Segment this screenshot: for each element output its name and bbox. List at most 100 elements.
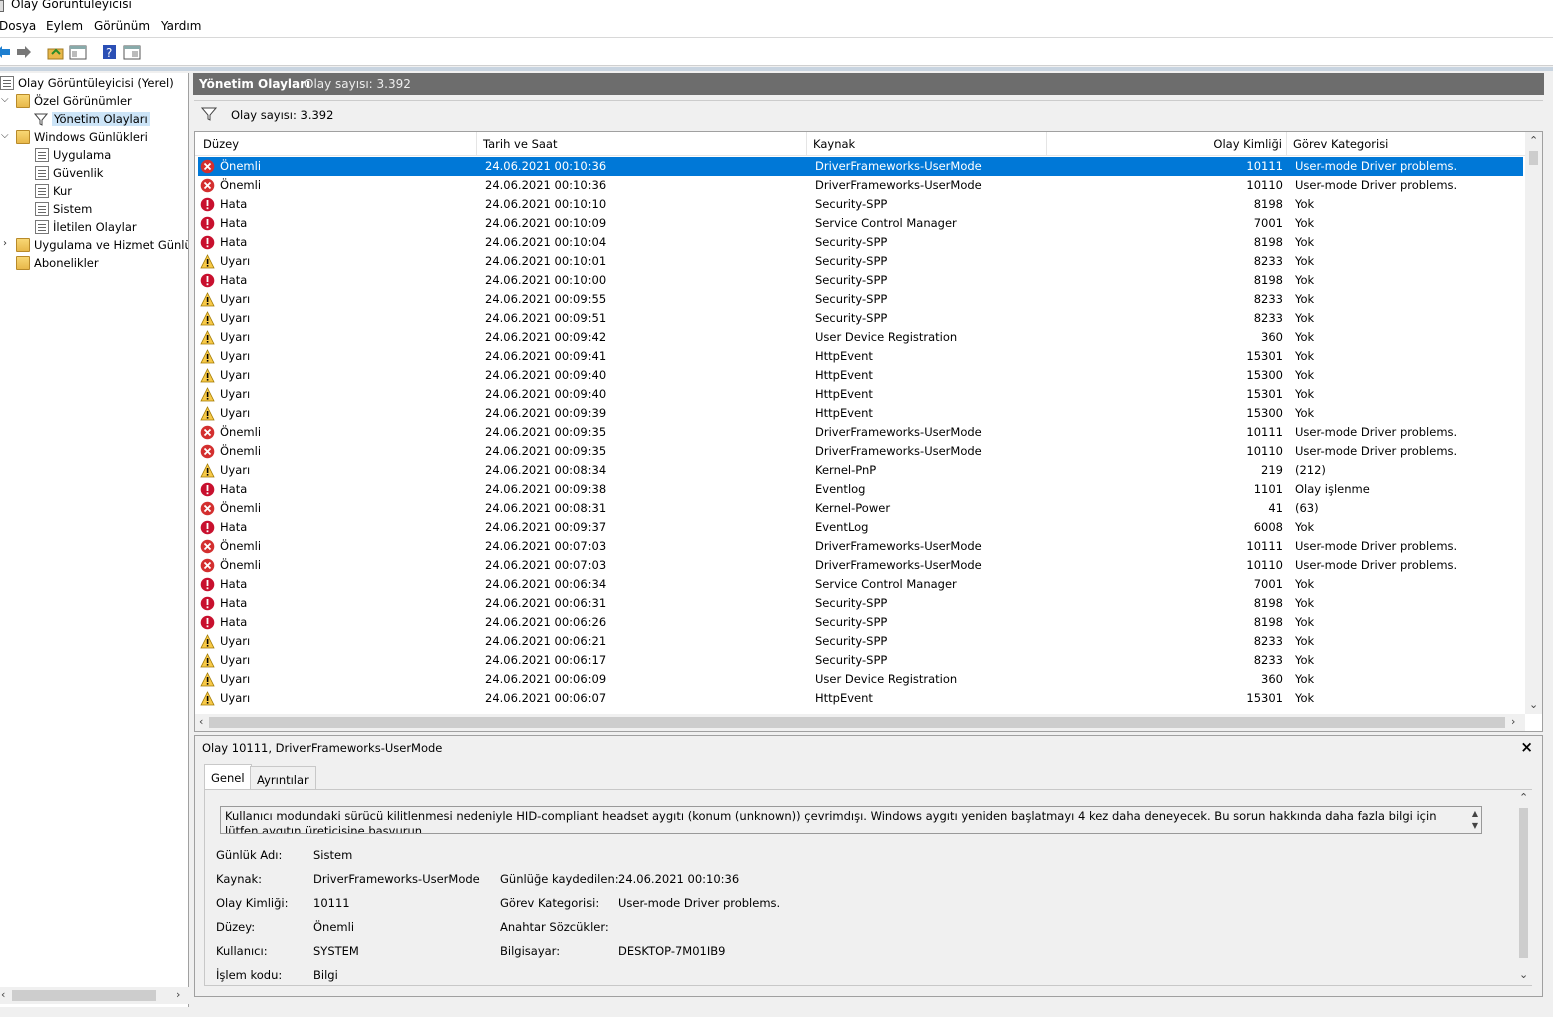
scroll-thumb[interactable] (1519, 808, 1528, 958)
tree-setup[interactable]: Kur (35, 182, 72, 200)
tree-windows-logs[interactable]: Windows Günlükleri (16, 128, 148, 146)
tree-root[interactable]: Olay Görüntüleyicisi (Yerel) (0, 74, 174, 92)
menu-action[interactable]: Eylem (46, 19, 83, 33)
table-horizontal-scrollbar[interactable]: ‹ › (195, 714, 1525, 731)
table-row[interactable]: Hata 24.06.2021 00:10:00 Security-SPP 8198 Y… (198, 271, 1523, 290)
tree-security[interactable]: Güvenlik (35, 164, 103, 182)
scroll-right-icon[interactable]: › (176, 988, 180, 1001)
table-row[interactable]: Hata 24.06.2021 00:06:34 Service Control M… (198, 575, 1523, 594)
tree-application[interactable]: Uygulama (35, 146, 111, 164)
task-value: User-mode Driver problems. (618, 896, 781, 910)
column-event-id[interactable]: Olay Kimliği (1048, 137, 1282, 157)
warning-icon (200, 330, 215, 345)
table-row[interactable]: Önemli 24.06.2021 00:10:36 DriverFramework… (198, 157, 1523, 176)
log-name-value: Sistem (313, 848, 353, 862)
table-row[interactable]: Uyarı 24.06.2021 00:09:55 Security-SPP 8233… (198, 290, 1523, 309)
column-category[interactable]: Görev Kategorisi (1293, 137, 1388, 157)
show-hide-tree-icon[interactable] (69, 43, 87, 61)
table-row[interactable]: Hata 24.06.2021 00:06:26 Security-SPP 8198 Y… (198, 613, 1523, 632)
table-row[interactable]: Hata 24.06.2021 00:10:09 Service Control M… (198, 214, 1523, 233)
tree-custom-views[interactable]: Özel Görünümler (16, 92, 132, 110)
back-icon[interactable] (0, 43, 12, 61)
table-row[interactable]: Hata 24.06.2021 00:09:38 Eventlog 1101 Olay … (198, 480, 1523, 499)
event-id-value: 10111 (313, 896, 350, 910)
cell-source: Kernel-PnP (815, 463, 877, 477)
help-icon[interactable]: ? (100, 43, 118, 61)
scroll-left-icon[interactable]: ‹ (1, 988, 5, 1001)
event-message-box[interactable]: Kullanıcı modundaki sürücü kilitlenmesi … (220, 806, 1482, 834)
tree-admin-events[interactable]: Yönetim Olayları (33, 110, 150, 128)
table-vertical-scrollbar[interactable]: ⌃ ⌄ (1525, 132, 1542, 714)
tree-app-service-logs[interactable]: Uygulama ve Hizmet Günlük (16, 236, 188, 254)
tab-details[interactable]: Ayrıntılar (250, 766, 316, 790)
cell-date: 24.06.2021 00:06:21 (485, 634, 607, 648)
scroll-thumb[interactable] (1529, 151, 1538, 165)
menu-file[interactable]: Dosya (0, 19, 36, 33)
cell-event-id: 10110 (1246, 178, 1283, 192)
navigation-tree: Olay Görüntüleyicisi (Yerel) ⌵ Özel Görü… (0, 73, 189, 1007)
tree-forwarded[interactable]: İletilen Olaylar (35, 218, 137, 236)
column-source[interactable]: Kaynak (813, 137, 855, 157)
scroll-up-icon[interactable]: ⌃ (1519, 791, 1528, 804)
error-icon (200, 577, 215, 592)
detail-vertical-scrollbar[interactable]: ⌃ ⌄ (1515, 790, 1532, 985)
table-row[interactable]: Önemli 24.06.2021 00:09:35 DriverFramework… (198, 423, 1523, 442)
table-row[interactable]: Uyarı 24.06.2021 00:06:09 User Device Regi… (198, 670, 1523, 689)
log-icon (35, 184, 49, 198)
table-row[interactable]: Önemli 24.06.2021 00:07:03 DriverFramework… (198, 556, 1523, 575)
menu-view[interactable]: Görünüm (94, 19, 150, 33)
warning-icon (200, 292, 215, 307)
table-row[interactable]: Uyarı 24.06.2021 00:06:17 Security-SPP 8233… (198, 651, 1523, 670)
message-scroll-icon[interactable]: ▲ ▼ (1472, 808, 1478, 832)
scroll-right-icon[interactable]: › (1511, 715, 1515, 728)
menu-help[interactable]: Yardım (161, 19, 201, 33)
cell-category: Yok (1295, 349, 1315, 363)
properties-icon[interactable] (123, 43, 141, 61)
close-icon[interactable]: × (1520, 738, 1533, 756)
table-row[interactable]: Uyarı 24.06.2021 00:06:07 HttpEvent 15301 Yo… (198, 689, 1523, 708)
table-row[interactable]: Uyarı 24.06.2021 00:09:42 User Device Regi… (198, 328, 1523, 347)
scroll-thumb[interactable] (12, 990, 156, 1001)
table-row[interactable]: Uyarı 24.06.2021 00:06:21 Security-SPP 8233… (198, 632, 1523, 651)
table-row[interactable]: Uyarı 24.06.2021 00:09:41 HttpEvent 15301 Yo… (198, 347, 1523, 366)
table-row[interactable]: Uyarı 24.06.2021 00:09:40 HttpEvent 15300 Yo… (198, 366, 1523, 385)
warning-icon (200, 672, 215, 687)
tab-general[interactable]: Genel (204, 764, 252, 789)
table-row[interactable]: Önemli 24.06.2021 00:09:35 DriverFramework… (198, 442, 1523, 461)
collapse-icon[interactable]: ⌵ (1, 94, 9, 105)
scroll-up-icon[interactable]: ⌃ (1529, 134, 1538, 147)
table-row[interactable]: Hata 24.06.2021 00:09:37 EventLog 6008 Yok (198, 518, 1523, 537)
forward-icon[interactable] (15, 43, 33, 61)
collapse-icon[interactable]: ⌵ (1, 130, 9, 141)
tree-system[interactable]: Sistem (35, 200, 92, 218)
table-row[interactable]: Uyarı 24.06.2021 00:09:39 HttpEvent 15300 Yo… (198, 404, 1523, 423)
cell-source: Security-SPP (815, 292, 888, 306)
cell-event-id: 41 (1268, 501, 1283, 515)
column-level[interactable]: Düzey (203, 137, 239, 157)
scroll-down-icon[interactable]: ⌄ (1519, 968, 1528, 981)
scroll-down-icon[interactable]: ⌄ (1529, 698, 1538, 711)
table-row[interactable]: Uyarı 24.06.2021 00:10:01 Security-SPP 8233… (198, 252, 1523, 271)
table-row[interactable]: Hata 24.06.2021 00:10:10 Security-SPP 8198 Y… (198, 195, 1523, 214)
cell-category: Yok (1295, 368, 1315, 382)
column-date[interactable]: Tarih ve Saat (483, 137, 557, 157)
error-icon (200, 273, 215, 288)
up-folder-icon[interactable] (46, 43, 64, 61)
table-row[interactable]: Hata 24.06.2021 00:10:04 Security-SPP 8198 Y… (198, 233, 1523, 252)
table-row[interactable]: Önemli 24.06.2021 00:10:36 DriverFramework… (198, 176, 1523, 195)
table-row[interactable]: Hata 24.06.2021 00:06:31 Security-SPP 8198 Y… (198, 594, 1523, 613)
scroll-thumb[interactable] (209, 717, 1505, 728)
cell-date: 24.06.2021 00:10:10 (485, 197, 607, 211)
cell-event-id: 8198 (1253, 197, 1283, 211)
expand-icon[interactable]: › (3, 238, 7, 249)
tree-horizontal-scrollbar[interactable]: ‹ › (0, 987, 189, 1004)
table-row[interactable]: Uyarı 24.06.2021 00:09:51 Security-SPP 8233… (198, 309, 1523, 328)
table-row[interactable]: Uyarı 24.06.2021 00:08:34 Kernel-PnP 219 (21… (198, 461, 1523, 480)
cell-event-id: 10111 (1246, 539, 1283, 553)
table-row[interactable]: Uyarı 24.06.2021 00:09:40 HttpEvent 15301 Yo… (198, 385, 1523, 404)
cell-event-id: 8233 (1253, 634, 1283, 648)
table-row[interactable]: Önemli 24.06.2021 00:07:03 DriverFramework… (198, 537, 1523, 556)
table-row[interactable]: Önemli 24.06.2021 00:08:31 Kernel-Power 41 (… (198, 499, 1523, 518)
scroll-left-icon[interactable]: ‹ (199, 715, 203, 728)
tree-subscriptions[interactable]: Abonelikler (16, 254, 99, 272)
